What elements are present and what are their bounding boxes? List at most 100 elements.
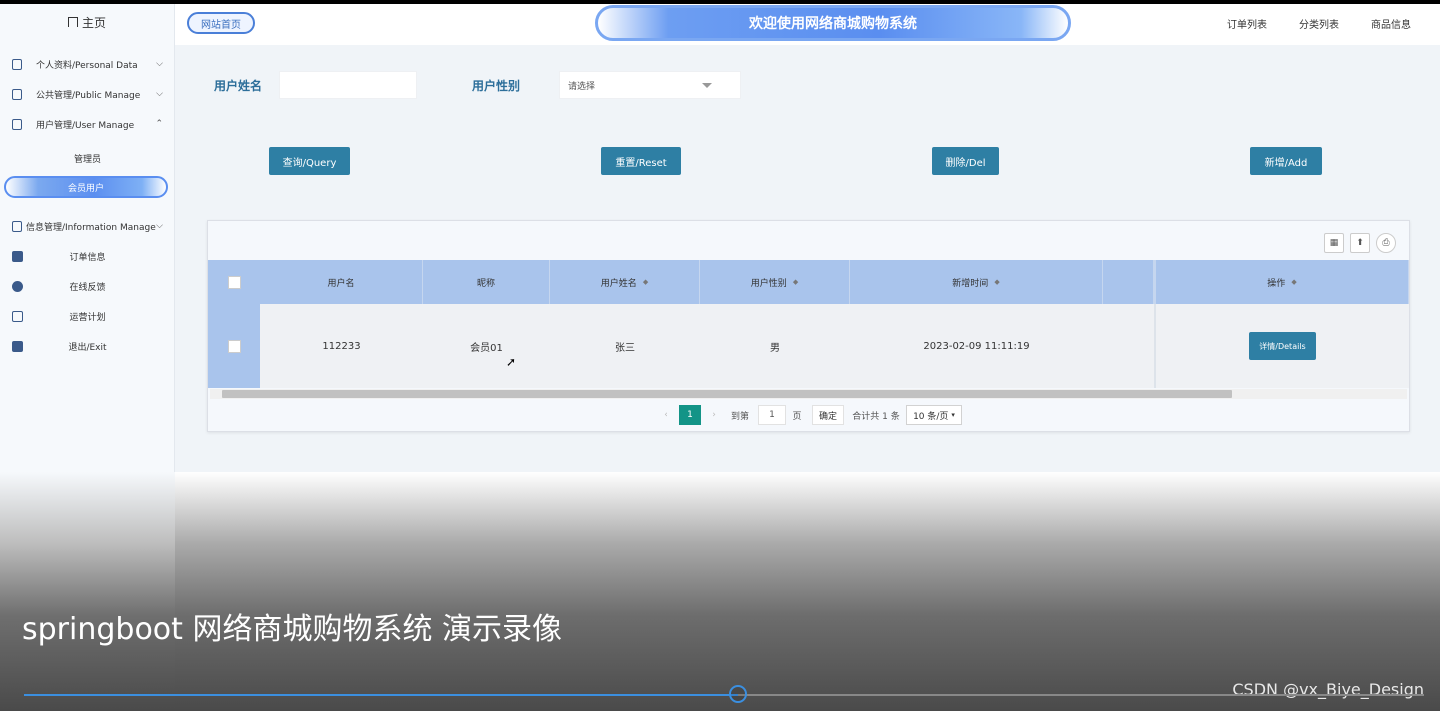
export-icon[interactable]: ⬆ [1350,233,1370,253]
column-header-actions[interactable]: 操作 ◆ [1154,260,1409,304]
goto-label: 到第 [730,411,749,422]
column-label: 用户名 [327,278,355,289]
cell-name: 张三 [615,342,635,354]
clipboard-icon [12,88,22,100]
video-overlay-gradient [0,472,1440,711]
add-button[interactable]: 新增/Add [1250,147,1322,175]
column-header-empty [1103,260,1154,304]
sidebar-item-label: 公共管理/Public Manage [36,90,141,101]
video-progress-bar[interactable] [24,685,1424,703]
sidebar-sub-plan[interactable]: 运营计划 [0,303,175,329]
sidebar-sub-label: 在线反馈 [69,282,106,293]
column-header-created[interactable]: 新增时间 ◆ [850,260,1103,304]
bookmark-icon [12,250,23,262]
column-label: 操作 [1267,278,1286,289]
site-home-button[interactable]: 网站首页 [187,12,255,34]
sort-icon[interactable]: ◆ [994,278,999,286]
column-header-name[interactable]: 用户姓名 ◆ [550,260,700,304]
gender-select-placeholder: 请选择 [568,81,596,92]
total-count: 合计共 1 条 [852,411,900,422]
sidebar-sub-label: 退出/Exit [68,342,107,353]
welcome-banner: 欢迎使用网络商城购物系统 [595,5,1071,41]
gender-filter-select[interactable]: 请选择 [559,71,741,99]
page-size-select[interactable]: 10 条/页 ▾ [906,405,962,425]
delete-button[interactable]: 删除/Del [932,147,999,175]
column-label: 新增时间 [952,278,989,289]
sidebar-sub-label: 订单信息 [69,252,106,263]
select-all-cell [208,260,260,304]
goto-confirm-button[interactable]: 确定 [812,405,844,425]
current-page[interactable]: 1 [679,405,701,425]
horizontal-scrollbar[interactable] [210,389,1407,399]
chevron-down-icon: ⌵ [156,89,163,99]
sidebar-sub-member-active[interactable]: 会员用户 [4,176,168,198]
sidebar-item-personal-data[interactable]: 个人资料/Personal Data ⌵ [0,50,175,78]
main-content: 用户姓名 用户性别 请选择 查询/Query 重置/Reset 删除/Del 新… [175,45,1440,472]
query-button[interactable]: 查询/Query [269,147,350,175]
video-overlay-gradient-left [0,472,175,711]
nav-link-categories[interactable]: 分类列表 [1299,16,1339,31]
column-header-username[interactable]: 用户名 [260,260,423,304]
video-progress-knob[interactable] [729,685,747,703]
sidebar-item-information-manage[interactable]: 信息管理/Information Manage ⌵ [0,212,175,240]
nav-link-orders[interactable]: 订单列表 [1227,16,1267,31]
column-label: 用户性别 [750,278,787,289]
mouse-cursor-icon: ➚ [506,355,517,369]
nav-link-products[interactable]: 商品信息 [1371,16,1411,31]
chart-icon [12,220,22,232]
bar-chart-icon [12,118,22,130]
sort-icon[interactable]: ◆ [793,278,798,286]
sidebar-sub-feedback[interactable]: 在线反馈 [0,273,175,299]
columns-icon[interactable]: ▦ [1324,233,1344,253]
cell-actions: 详情/Details [1154,304,1409,388]
print-icon[interactable]: ⎙ [1376,233,1396,253]
gender-filter-label: 用户性别 [472,79,521,93]
cell-created: 2023-02-09 11:11:19 [923,340,1030,352]
column-label: 昵称 [476,278,495,289]
next-page-icon[interactable]: › [708,405,720,425]
sidebar-home-label: 主页 [81,15,106,30]
sidebar-sub-label: 运营计划 [69,312,106,323]
sidebar-sub-admin[interactable]: 管理员 [0,145,175,171]
chevron-down-icon: ⌵ [156,59,163,69]
sidebar-item-label: 个人资料/Personal Data [36,60,138,71]
column-header-gender[interactable]: 用户性别 ◆ [700,260,850,304]
chevron-up-icon: ⌃ [155,119,163,129]
scrollbar-thumb[interactable] [222,390,1232,398]
goto-page-input[interactable]: 1 [758,405,786,425]
user-search-icon [12,280,23,292]
chevron-down-icon: ⌵ [156,221,163,231]
video-caption: springboot 网络商城购物系统 演示录像 [22,612,562,647]
sidebar-home[interactable]: 主页 [0,4,174,40]
cell-gender: 男 [770,342,780,354]
table-header: 用户名 昵称 用户姓名 ◆ 用户性别 ◆ 新增时间 ◆ 操作 ◆ [208,260,1409,304]
chevron-down-icon: ▾ [951,411,955,419]
name-filter-input[interactable] [279,71,417,99]
cell-nickname: 会员01 [470,342,503,354]
row-checkbox[interactable] [227,339,241,353]
watermark: CSDN @vx_Biye_Design [1232,680,1424,699]
details-button[interactable]: 详情/Details [1249,332,1316,360]
prev-page-icon[interactable]: ‹ [660,405,672,425]
chevron-down-icon [702,83,712,88]
name-filter-label: 用户姓名 [214,79,263,93]
reset-button[interactable]: 重置/Reset [601,147,681,175]
column-label: 用户姓名 [600,278,637,289]
sidebar-sub-exit[interactable]: 退出/Exit [0,333,175,359]
page-size-value: 10 条/页 [913,411,949,422]
select-all-checkbox[interactable] [227,275,241,289]
calendar-icon [12,310,23,322]
cell-username: 112233 [322,340,361,352]
sidebar-sub-label: 会员用户 [67,183,104,194]
sidebar-sub-orders[interactable]: 订单信息 [0,243,175,269]
sidebar-item-label: 信息管理/Information Manage [26,222,156,233]
column-header-nickname[interactable]: 昵称 [423,260,550,304]
sort-icon[interactable]: ◆ [1291,278,1296,286]
data-table: ▦ ⬆ ⎙ 用户名 昵称 用户姓名 ◆ 用户性别 ◆ 新增时间 ◆ 操作 ◆ 11223… [207,220,1410,432]
sidebar-item-public-manage[interactable]: 公共管理/Public Manage ⌵ [0,80,175,108]
sort-icon[interactable]: ◆ [643,278,648,286]
video-progress-fill [24,694,738,696]
sidebar-item-user-manage[interactable]: 用户管理/User Manage ⌃ [0,110,175,138]
sidebar-item-label: 用户管理/User Manage [36,120,135,131]
row-select-cell [208,304,260,388]
